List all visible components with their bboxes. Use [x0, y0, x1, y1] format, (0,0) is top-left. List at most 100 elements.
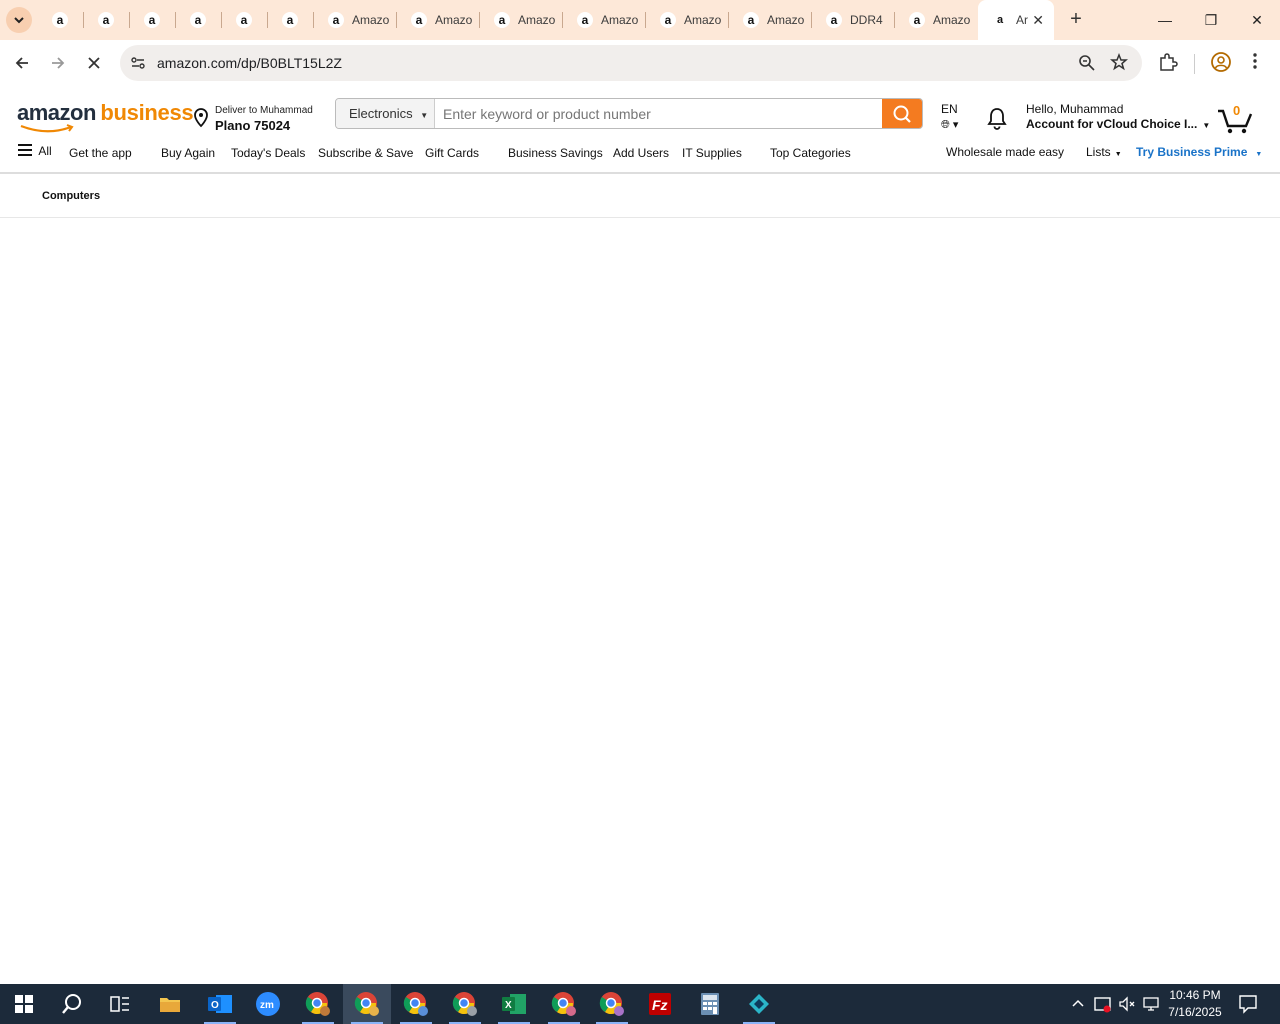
amazon-favicon-icon: a	[144, 12, 160, 28]
browser-tab[interactable]: a	[176, 0, 222, 40]
nav-lists[interactable]: Lists ▼	[1086, 145, 1122, 159]
address-bar[interactable]: amazon.com/dp/B0BLT15L2Z	[120, 45, 1142, 81]
all-menu-button[interactable]: All	[18, 144, 52, 158]
task-view-button[interactable]	[96, 984, 144, 1024]
tab-title: Amazo	[767, 13, 805, 27]
excel-button[interactable]: X	[490, 984, 538, 1024]
url-text[interactable]: amazon.com/dp/B0BLT15L2Z	[157, 55, 342, 71]
amazon-business-logo[interactable]: amazon business	[17, 100, 194, 133]
search-input[interactable]	[436, 99, 883, 128]
tab-search-button[interactable]	[6, 7, 32, 33]
site-info-icon[interactable]	[130, 55, 146, 71]
nav-wholesale[interactable]: Wholesale made easy	[946, 145, 1064, 159]
outlook-button[interactable]: O	[196, 984, 244, 1024]
chrome-profile-2-button[interactable]	[392, 984, 440, 1024]
profile-avatar-icon[interactable]	[1210, 51, 1232, 73]
location-pin-icon	[194, 108, 208, 128]
browser-tab[interactable]: a	[38, 0, 84, 40]
browser-tab[interactable]: a Amazo	[563, 0, 646, 40]
search-icon	[62, 994, 81, 1014]
amazon-favicon-icon: a	[909, 12, 925, 28]
caret-down-icon: ▼	[1255, 151, 1263, 158]
amazon-smile-icon	[20, 124, 74, 133]
restore-button[interactable]: ❐	[1188, 0, 1234, 40]
close-window-button[interactable]: ✕	[1234, 0, 1280, 40]
close-icon[interactable]: ✕	[1032, 12, 1044, 29]
network-icon[interactable]	[1142, 995, 1160, 1013]
filezilla-button[interactable]: Fz	[636, 984, 684, 1024]
forward-button[interactable]	[44, 49, 72, 77]
windows-logo-icon	[15, 995, 33, 1013]
bell-icon[interactable]	[986, 106, 1008, 130]
volume-muted-icon[interactable]	[1118, 995, 1136, 1013]
nav-get-the-app[interactable]: Get the app	[69, 146, 132, 160]
amazon-header: amazon business Deliver to Muhammad Plan…	[0, 86, 1280, 174]
svg-text:X: X	[505, 1000, 512, 1011]
stop-loading-button[interactable]	[80, 49, 108, 77]
chrome-profile-4-button[interactable]	[540, 984, 588, 1024]
bookmark-star-icon[interactable]	[1110, 53, 1128, 71]
browser-tab[interactable]: a Amazo	[729, 0, 812, 40]
notifications-icon[interactable]	[1238, 994, 1258, 1014]
browser-tab[interactable]: a Amazo	[646, 0, 729, 40]
browser-tab[interactable]: a Amazo	[895, 0, 978, 40]
start-button[interactable]	[0, 984, 48, 1024]
nav-buy-again[interactable]: Buy Again	[161, 146, 215, 160]
zoom-icon[interactable]	[1078, 54, 1096, 72]
nav-gift-cards[interactable]: Gift Cards	[425, 146, 479, 160]
security-tray-icon[interactable]	[1094, 995, 1112, 1013]
zoom-app-button[interactable]: zm	[244, 984, 292, 1024]
nav-subscribe-save[interactable]: Subscribe & Save	[318, 146, 413, 160]
file-explorer-button[interactable]	[146, 984, 194, 1024]
chrome-active-button[interactable]	[343, 984, 391, 1024]
system-clock[interactable]: 10:46 PM 7/16/2025	[1160, 987, 1230, 1021]
browser-toolbar: amazon.com/dp/B0BLT15L2Z	[0, 40, 1280, 86]
chevron-up-icon[interactable]	[1071, 998, 1085, 1008]
chrome-profile-3-button[interactable]	[441, 984, 489, 1024]
nav-todays-deals[interactable]: Today's Deals	[231, 146, 305, 160]
calculator-icon	[701, 993, 719, 1015]
nav-try-business-prime[interactable]: Try Business Prime ▼	[1136, 145, 1262, 159]
tab-title: DDR4	[850, 13, 883, 27]
caret-down-icon: ▼	[1114, 151, 1122, 158]
browser-tab[interactable]: a	[130, 0, 176, 40]
toolbar-divider	[1194, 54, 1195, 74]
browser-tab[interactable]: a Amazo	[314, 0, 397, 40]
loading-spinner-icon: a	[996, 14, 1004, 26]
new-tab-button[interactable]: +	[1062, 6, 1090, 34]
extensions-icon[interactable]	[1158, 52, 1178, 72]
nav-it-supplies[interactable]: IT Supplies	[682, 146, 742, 160]
language-label: EN	[941, 102, 958, 116]
nav-add-users[interactable]: Add Users	[613, 146, 669, 160]
browser-tab[interactable]: a Amazo	[397, 0, 480, 40]
account-menu[interactable]: Hello, Muhammad Account for vCloud Choic…	[1026, 102, 1210, 131]
back-button[interactable]	[8, 49, 36, 77]
search-taskbar-button[interactable]	[48, 984, 96, 1024]
chrome-icon	[452, 992, 477, 1016]
browser-tab[interactable]: a	[268, 0, 314, 40]
app-diamond-button[interactable]	[735, 984, 783, 1024]
kebab-menu-icon[interactable]	[1252, 52, 1258, 70]
arrow-right-icon	[52, 57, 65, 69]
calculator-button[interactable]	[686, 984, 734, 1024]
browser-tab[interactable]: a	[84, 0, 130, 40]
minimize-button[interactable]: —	[1142, 0, 1188, 40]
tab-title: Amazo	[352, 13, 390, 27]
search-category-dropdown[interactable]: Electronics ▼	[336, 99, 435, 128]
browser-tab[interactable]: a	[222, 0, 268, 40]
search-button[interactable]	[882, 99, 922, 128]
nav-bar: All Get the app Buy Again Today's Deals …	[0, 142, 1280, 164]
browser-tab[interactable]: a Amazo	[480, 0, 563, 40]
browser-tab[interactable]: a DDR4	[812, 0, 895, 40]
browser-tab-active[interactable]: a Ar ✕	[978, 0, 1054, 40]
logo-text: amazon	[17, 100, 96, 125]
subnav-computers[interactable]: Computers	[42, 190, 100, 202]
nav-top-categories[interactable]: Top Categories	[770, 146, 851, 160]
chrome-icon	[403, 992, 428, 1016]
chrome-profile-w-button[interactable]	[294, 984, 342, 1024]
tab-title: Amazo	[435, 13, 473, 27]
language-selector[interactable]: EN 🌐︎ ▾	[941, 102, 958, 132]
nav-business-savings[interactable]: Business Savings	[508, 146, 603, 160]
amazon-favicon-icon: a	[743, 12, 759, 28]
chrome-profile-5-button[interactable]	[588, 984, 636, 1024]
